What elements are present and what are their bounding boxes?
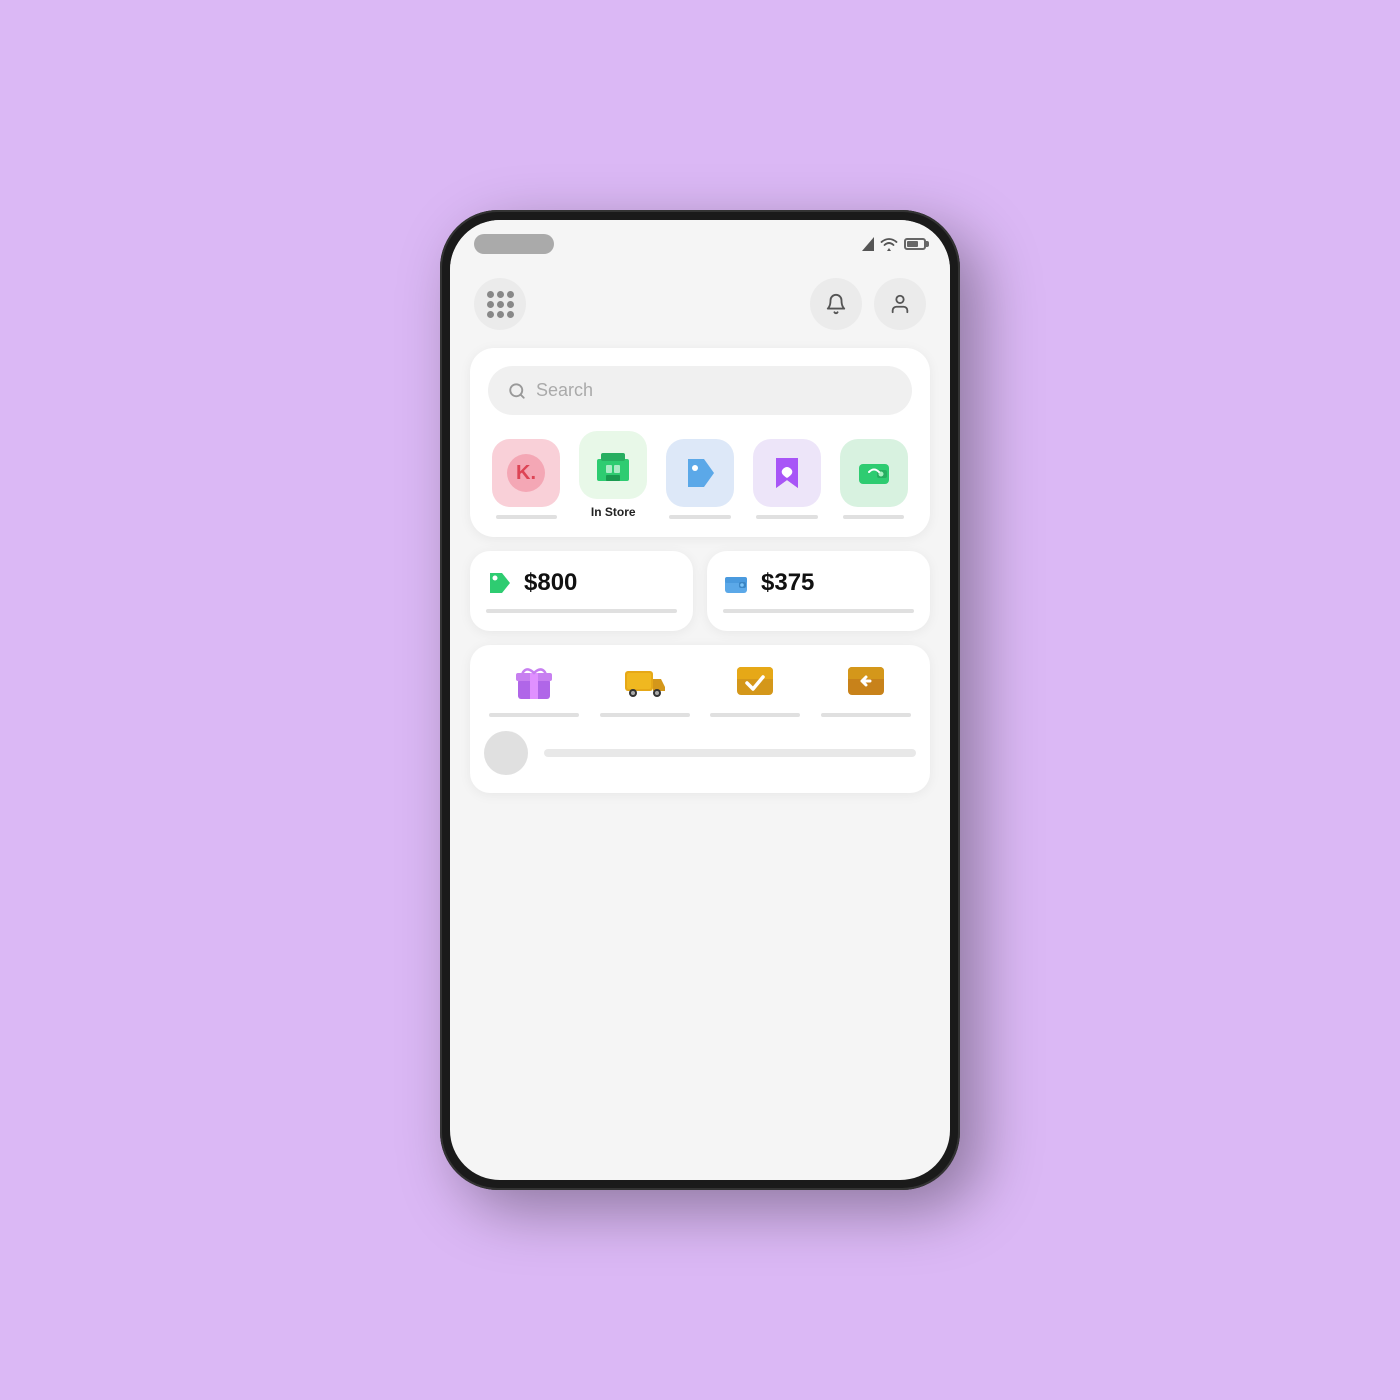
money-bar-2 — [723, 609, 914, 613]
bottom-placeholder-bar — [544, 749, 916, 757]
delivery-item-gift[interactable] — [484, 659, 585, 717]
money-row: $800 $375 — [470, 551, 930, 631]
delivery-item-truck[interactable] — [595, 659, 696, 717]
money-card-1-top: $800 — [486, 569, 677, 597]
grid-icon — [487, 291, 514, 318]
delivery-bar — [489, 713, 579, 717]
money-amount-2: $375 — [761, 569, 814, 597]
money-bar-1 — [486, 609, 677, 613]
delivery-item-checkbox[interactable] — [705, 659, 806, 717]
search-card: Search K. — [470, 348, 930, 537]
instore-icon — [593, 445, 633, 485]
money-card-1[interactable]: $800 — [470, 551, 693, 631]
money-icon-1 — [486, 569, 514, 597]
delivery-bar — [821, 713, 911, 717]
instore-label: In Store — [591, 505, 636, 519]
k-brand-icon-box: K. — [492, 439, 560, 507]
return-box-icon — [844, 659, 888, 703]
delivery-bar — [710, 713, 800, 717]
k-brand-icon: K. — [507, 454, 545, 492]
truck-icon — [623, 659, 667, 703]
search-placeholder: Search — [536, 380, 593, 401]
phone-screen: Search K. — [450, 220, 950, 1180]
instore-icon-box — [579, 431, 647, 499]
category-bar — [756, 515, 817, 519]
profile-button[interactable] — [874, 278, 926, 330]
category-item-tag[interactable] — [662, 439, 739, 519]
tag-icon-box — [666, 439, 734, 507]
status-bar — [450, 220, 950, 268]
apps-button[interactable] — [474, 278, 526, 330]
wallet-icon — [855, 454, 893, 492]
category-bar — [669, 515, 730, 519]
notification-button[interactable] — [810, 278, 862, 330]
bell-icon — [825, 293, 847, 315]
bookmark-icon — [768, 454, 806, 492]
delivery-item-return[interactable] — [816, 659, 917, 717]
category-row: K. — [488, 431, 912, 519]
delivery-grid — [484, 659, 916, 727]
gift-icon — [512, 659, 556, 703]
category-bar — [496, 515, 557, 519]
delivery-card — [470, 645, 930, 793]
checked-box-icon — [733, 659, 777, 703]
category-item-wallet[interactable] — [835, 439, 912, 519]
wallet-icon-box — [840, 439, 908, 507]
category-item-k[interactable]: K. — [488, 439, 565, 519]
phone-notch — [474, 234, 554, 254]
bottom-row — [484, 727, 916, 779]
tag-green-icon — [486, 569, 514, 597]
search-icon — [508, 382, 526, 400]
search-bar[interactable]: Search — [488, 366, 912, 415]
category-item-bookmark[interactable] — [748, 439, 825, 519]
main-content: Search K. — [450, 340, 950, 1180]
tag-icon — [682, 455, 718, 491]
money-amount-1: $800 — [524, 569, 577, 597]
wallet-blue-icon — [723, 569, 751, 597]
money-card-2-top: $375 — [723, 569, 914, 597]
money-icon-2 — [723, 569, 751, 597]
delivery-bar — [600, 713, 690, 717]
phone-frame: Search K. — [440, 210, 960, 1190]
signal-icon — [862, 237, 874, 251]
wifi-icon — [880, 237, 898, 251]
status-icons — [862, 237, 926, 251]
battery-icon — [904, 238, 926, 250]
app-header — [450, 268, 950, 340]
svg-text:K.: K. — [516, 462, 536, 484]
header-actions — [810, 278, 926, 330]
user-avatar — [484, 731, 528, 775]
category-bar — [843, 515, 904, 519]
bookmark-icon-box — [753, 439, 821, 507]
money-card-2[interactable]: $375 — [707, 551, 930, 631]
user-icon — [889, 293, 911, 315]
category-item-instore[interactable]: In Store — [575, 431, 652, 519]
